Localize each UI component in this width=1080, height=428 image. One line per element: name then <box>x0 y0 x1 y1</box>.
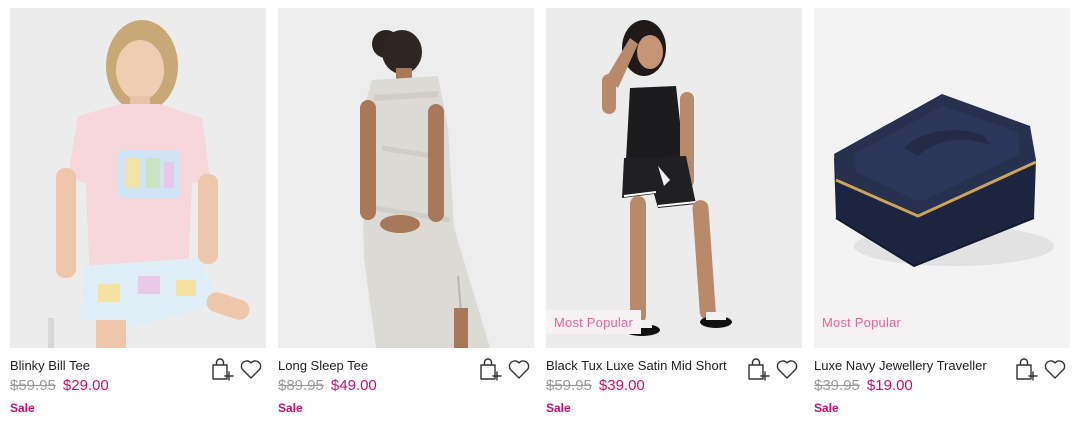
product-prices: $59.95 $29.00 <box>10 377 109 394</box>
heart-icon[interactable] <box>1042 356 1068 382</box>
product-card[interactable]: Most Popular Luxe Navy Jewellery Travell… <box>814 8 1070 418</box>
product-info: Blinky Bill Tee $59.95 $29.00 Sale <box>10 348 266 418</box>
most-popular-badge: Most Popular <box>814 310 909 334</box>
product-name[interactable]: Black Tux Luxe Satin Mid Short <box>546 358 727 373</box>
product-photo-blinky-bill-tee <box>10 8 266 348</box>
was-price: $59.95 <box>10 377 56 394</box>
most-popular-badge: Most Popular <box>546 310 641 334</box>
now-price: $49.00 <box>330 377 377 394</box>
product-prices: $59.95 $39.00 <box>546 377 645 394</box>
product-grid: Blinky Bill Tee $59.95 $29.00 Sale Long … <box>0 0 1080 428</box>
was-price: $59.95 <box>546 377 592 394</box>
heart-icon[interactable] <box>774 356 800 382</box>
product-info: Luxe Navy Jewellery Traveller $39.95 $19.… <box>814 348 1070 418</box>
bag-plus-icon[interactable] <box>1014 356 1040 382</box>
product-name[interactable]: Long Sleep Tee <box>278 358 368 373</box>
sale-label: Sale <box>10 401 35 415</box>
product-name[interactable]: Blinky Bill Tee <box>10 358 90 373</box>
product-name[interactable]: Luxe Navy Jewellery Traveller <box>814 358 987 373</box>
product-card[interactable]: Most Popular Black Tux Luxe Satin Mid Sh… <box>546 8 802 418</box>
product-actions <box>1014 356 1070 382</box>
now-price: $19.00 <box>866 377 913 394</box>
sale-label: Sale <box>278 401 303 415</box>
product-info: Black Tux Luxe Satin Mid Short $59.95 $39… <box>546 348 802 418</box>
sale-label: Sale <box>814 401 839 415</box>
product-photo-jewellery-traveller <box>814 8 1070 348</box>
was-price: $39.95 <box>814 377 860 394</box>
now-price: $29.00 <box>62 377 109 394</box>
product-image[interactable]: Most Popular <box>814 8 1070 348</box>
product-card[interactable]: Long Sleep Tee $89.95 $49.00 Sale <box>278 8 534 418</box>
product-actions <box>210 356 266 382</box>
sale-label: Sale <box>546 401 571 415</box>
product-prices: $39.95 $19.00 <box>814 377 913 394</box>
product-image[interactable] <box>278 8 534 348</box>
bag-plus-icon[interactable] <box>210 356 236 382</box>
product-actions <box>746 356 802 382</box>
product-photo-satin-short <box>546 8 802 348</box>
product-image[interactable] <box>10 8 266 348</box>
product-image[interactable]: Most Popular <box>546 8 802 348</box>
product-card[interactable]: Blinky Bill Tee $59.95 $29.00 Sale <box>10 8 266 418</box>
bag-plus-icon[interactable] <box>746 356 772 382</box>
heart-icon[interactable] <box>238 356 264 382</box>
heart-icon[interactable] <box>506 356 532 382</box>
product-photo-long-sleep-tee <box>278 8 534 348</box>
now-price: $39.00 <box>598 377 645 394</box>
product-prices: $89.95 $49.00 <box>278 377 377 394</box>
was-price: $89.95 <box>278 377 324 394</box>
bag-plus-icon[interactable] <box>478 356 504 382</box>
product-info: Long Sleep Tee $89.95 $49.00 Sale <box>278 348 534 418</box>
product-actions <box>478 356 534 382</box>
